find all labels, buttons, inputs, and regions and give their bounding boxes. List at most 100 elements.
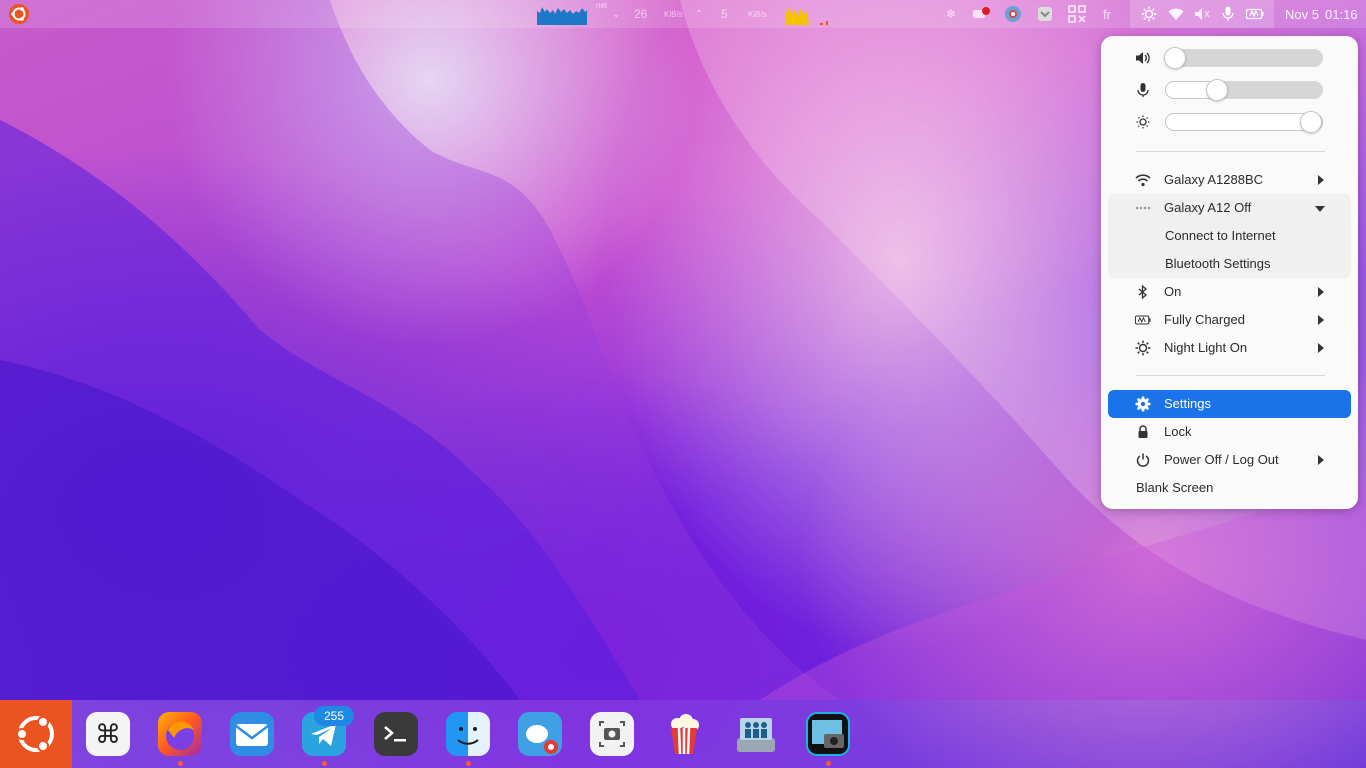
gimp-app[interactable] [518, 712, 562, 756]
wifi-icon [1135, 172, 1151, 188]
settings-menu-item[interactable]: Settings [1108, 390, 1351, 418]
net-speed-graph[interactable] [537, 0, 587, 28]
power-label: Power Off / Log Out [1164, 452, 1279, 467]
finder-app[interactable] [446, 712, 490, 756]
firefox-icon [166, 721, 194, 750]
settings-label: Settings [1164, 396, 1211, 411]
ubuntu-logo-icon [9, 4, 29, 24]
mail-icon [235, 724, 269, 746]
running-indicator [322, 761, 327, 766]
power-menu-item[interactable]: Power Off / Log Out [1108, 446, 1351, 474]
menu-separator [1136, 375, 1325, 376]
chevron-right-icon [1318, 287, 1324, 297]
mail-app[interactable] [230, 712, 274, 756]
running-indicator [826, 761, 831, 766]
cpu-graph[interactable] [786, 0, 830, 28]
brightness-icon [1136, 115, 1150, 129]
wifi-icon [1167, 5, 1185, 23]
night-light-icon [1140, 5, 1158, 23]
recording-indicator[interactable] [972, 0, 992, 28]
menu-separator [1136, 151, 1325, 152]
night-light-menu-item[interactable]: Night Light On [1108, 334, 1351, 362]
connect-to-internet-item[interactable]: Connect to Internet [1108, 222, 1351, 250]
microphone-slider-knob[interactable] [1206, 79, 1228, 101]
date[interactable]: Nov 5 [1285, 7, 1319, 22]
keyboard-shortcuts-app[interactable]: ⌘ [86, 712, 130, 756]
network-graph-icon [537, 7, 587, 25]
net-down-unit: KiB/s [664, 9, 683, 19]
network-storage-app[interactable] [734, 712, 778, 756]
globe-indicator[interactable] [1004, 0, 1022, 28]
connect-to-internet-label: Connect to Internet [1165, 228, 1276, 243]
brightness-slider-row [1101, 109, 1358, 135]
clipboard-indicator[interactable] [1036, 0, 1054, 28]
speaker-icon [1136, 52, 1150, 64]
system-menu: Galaxy A1288BC Galaxy A12 Off Connect to… [1101, 36, 1358, 509]
microphone-slider[interactable] [1165, 79, 1323, 101]
screenshot-app[interactable] [590, 712, 634, 756]
running-indicator [466, 761, 471, 766]
top-bar: net ⌄ 26 KiB/s ⌃ 5 KiB/s ❄ fr Nov 5 01:1… [0, 0, 1366, 28]
blank-screen-menu-item[interactable]: Blank Screen [1108, 474, 1351, 502]
blank-screen-label: Blank Screen [1136, 480, 1214, 495]
terminal-app[interactable] [374, 712, 418, 756]
bluetooth-icon [1135, 284, 1151, 300]
bluetooth-menu-item[interactable]: On [1108, 278, 1351, 306]
battery-icon [1245, 5, 1264, 23]
svg-text:⌘: ⌘ [95, 720, 121, 750]
bluetooth-settings-label: Bluetooth Settings [1165, 256, 1271, 271]
cpu-graph-icon [786, 7, 828, 25]
net-label: net [596, 0, 608, 10]
gimp-icon [526, 725, 558, 754]
clock[interactable]: 01:16 [1325, 7, 1358, 22]
popcorn-time-app[interactable] [662, 712, 706, 756]
system-status-area[interactable] [1130, 0, 1274, 28]
network-drive-icon [737, 718, 775, 752]
popcorn-icon [671, 714, 699, 755]
keyboard-layout[interactable]: fr [1103, 7, 1111, 22]
bluetooth-label: On [1164, 284, 1182, 299]
brightness-slider[interactable] [1165, 111, 1323, 133]
hotspot-label: Galaxy A12 Off [1164, 200, 1252, 215]
globe-icon [1005, 6, 1021, 22]
battery-menu-item[interactable]: Fully Charged [1108, 306, 1351, 334]
night-light-icon [1135, 340, 1151, 356]
screenshot-tool-app[interactable] [806, 712, 850, 756]
camera-icon [599, 721, 625, 747]
wifi-menu-item[interactable]: Galaxy A1288BC [1108, 166, 1351, 194]
firefox-app[interactable] [158, 712, 202, 756]
lock-label: Lock [1164, 424, 1192, 439]
microphone-icon [1137, 83, 1149, 97]
volume-slider[interactable] [1164, 47, 1323, 69]
microphone-icon [1219, 5, 1237, 23]
battery-icon [1135, 312, 1151, 328]
lock-icon [1135, 424, 1151, 440]
brightness-slider-knob[interactable] [1300, 111, 1322, 133]
ubuntu-logo-icon [16, 716, 54, 752]
lock-menu-item[interactable]: Lock [1108, 418, 1351, 446]
terminal-icon [384, 726, 406, 742]
show-apps-button[interactable] [0, 700, 72, 768]
network-offline-icon [1135, 200, 1151, 216]
chevron-right-icon [1318, 315, 1324, 325]
volume-slider-row [1101, 45, 1358, 71]
record-icon [973, 7, 990, 18]
snowflake-icon: ❄ [945, 7, 957, 21]
notification-badge: 255 [314, 706, 354, 726]
net-down-value: 26 [634, 7, 648, 21]
battery-label: Fully Charged [1164, 312, 1245, 327]
chevron-right-icon [1318, 343, 1324, 353]
chevron-right-icon [1318, 455, 1324, 465]
hotspot-menu-item[interactable]: Galaxy A12 Off [1108, 194, 1351, 222]
screenshot-camera-icon [812, 720, 844, 748]
qr-code-indicator[interactable] [1068, 0, 1086, 28]
bluetooth-settings-item[interactable]: Bluetooth Settings [1108, 250, 1351, 278]
power-icon [1135, 452, 1151, 468]
chevron-right-icon [1318, 175, 1324, 185]
volume-slider-knob[interactable] [1164, 47, 1186, 69]
weather-indicator[interactable]: ❄ [942, 0, 960, 28]
volume-muted-icon [1193, 5, 1211, 23]
clipboard-icon [1038, 7, 1052, 21]
wifi-label: Galaxy A1288BC [1164, 172, 1264, 187]
activities-button[interactable] [8, 0, 30, 28]
